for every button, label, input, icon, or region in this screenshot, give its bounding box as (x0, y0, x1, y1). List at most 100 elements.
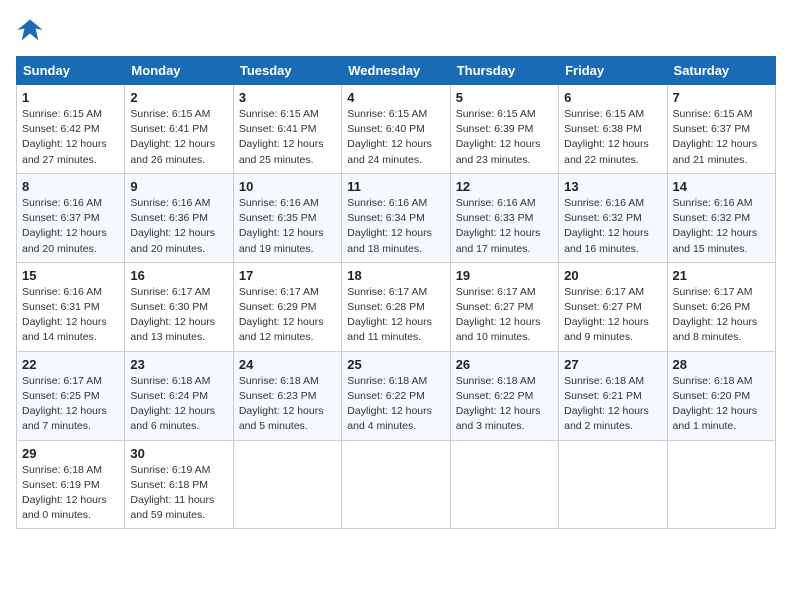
day-number: 18 (347, 268, 444, 283)
day-number: 11 (347, 179, 444, 194)
calendar-cell (342, 440, 450, 529)
calendar-header-saturday: Saturday (667, 57, 775, 85)
calendar-cell: 8 Sunrise: 6:16 AM Sunset: 6:37 PM Daylig… (17, 173, 125, 262)
day-number: 28 (673, 357, 770, 372)
calendar-cell: 28 Sunrise: 6:18 AM Sunset: 6:20 PM Dayli… (667, 351, 775, 440)
logo (16, 16, 48, 44)
calendar-cell: 19Sunrise: 6:17 AM Sunset: 6:27 PM Dayli… (450, 262, 558, 351)
calendar-cell: 26 Sunrise: 6:18 AM Sunset: 6:22 PM Dayli… (450, 351, 558, 440)
day-number: 4 (347, 90, 444, 105)
calendar-body: 1 Sunrise: 6:15 AM Sunset: 6:42 PM Daylig… (17, 85, 776, 529)
logo-icon (16, 16, 44, 44)
calendar-header-thursday: Thursday (450, 57, 558, 85)
day-info: Sunrise: 6:15 AM Sunset: 6:38 PM Dayligh… (564, 107, 661, 168)
calendar-cell: 4 Sunrise: 6:15 AM Sunset: 6:40 PM Daylig… (342, 85, 450, 174)
day-number: 16 (130, 268, 227, 283)
day-number: 14 (673, 179, 770, 194)
calendar-cell: 7 Sunrise: 6:15 AM Sunset: 6:37 PM Daylig… (667, 85, 775, 174)
day-number: 10 (239, 179, 336, 194)
day-number: 30 (130, 446, 227, 461)
calendar-week-4: 22 Sunrise: 6:17 AM Sunset: 6:25 PM Dayli… (17, 351, 776, 440)
day-info: Sunrise: 6:16 AM Sunset: 6:34 PM Dayligh… (347, 196, 444, 257)
day-number: 26 (456, 357, 553, 372)
calendar-cell: 23 Sunrise: 6:18 AM Sunset: 6:24 PM Dayli… (125, 351, 233, 440)
calendar-cell: 14 Sunrise: 6:16 AM Sunset: 6:32 PM Dayli… (667, 173, 775, 262)
day-number: 9 (130, 179, 227, 194)
day-number: 22 (22, 357, 119, 372)
calendar-week-3: 15Sunrise: 6:16 AM Sunset: 6:31 PM Dayli… (17, 262, 776, 351)
calendar-cell: 15Sunrise: 6:16 AM Sunset: 6:31 PM Dayli… (17, 262, 125, 351)
calendar-cell: 21 Sunrise: 6:17 AM Sunset: 6:26 PM Dayli… (667, 262, 775, 351)
day-info: Sunrise: 6:17 AM Sunset: 6:29 PM Dayligh… (239, 285, 336, 346)
day-info: Sunrise: 6:15 AM Sunset: 6:41 PM Dayligh… (130, 107, 227, 168)
calendar-cell: 11 Sunrise: 6:16 AM Sunset: 6:34 PM Dayli… (342, 173, 450, 262)
day-info: Sunrise: 6:18 AM Sunset: 6:22 PM Dayligh… (347, 374, 444, 435)
calendar-cell: 1 Sunrise: 6:15 AM Sunset: 6:42 PM Daylig… (17, 85, 125, 174)
calendar-header-tuesday: Tuesday (233, 57, 341, 85)
day-info: Sunrise: 6:17 AM Sunset: 6:25 PM Dayligh… (22, 374, 119, 435)
calendar-cell: 24 Sunrise: 6:18 AM Sunset: 6:23 PM Dayli… (233, 351, 341, 440)
calendar-cell (233, 440, 341, 529)
day-number: 21 (673, 268, 770, 283)
calendar-cell: 12Sunrise: 6:16 AM Sunset: 6:33 PM Dayli… (450, 173, 558, 262)
day-number: 23 (130, 357, 227, 372)
calendar-cell (559, 440, 667, 529)
day-info: Sunrise: 6:16 AM Sunset: 6:32 PM Dayligh… (564, 196, 661, 257)
day-info: Sunrise: 6:16 AM Sunset: 6:35 PM Dayligh… (239, 196, 336, 257)
page-header (16, 16, 776, 44)
day-info: Sunrise: 6:18 AM Sunset: 6:24 PM Dayligh… (130, 374, 227, 435)
day-number: 6 (564, 90, 661, 105)
calendar-cell: 10 Sunrise: 6:16 AM Sunset: 6:35 PM Dayli… (233, 173, 341, 262)
calendar-cell: 3Sunrise: 6:15 AM Sunset: 6:41 PM Daylig… (233, 85, 341, 174)
calendar-week-1: 1 Sunrise: 6:15 AM Sunset: 6:42 PM Daylig… (17, 85, 776, 174)
day-info: Sunrise: 6:15 AM Sunset: 6:42 PM Dayligh… (22, 107, 119, 168)
day-info: Sunrise: 6:18 AM Sunset: 6:19 PM Dayligh… (22, 463, 119, 524)
day-number: 27 (564, 357, 661, 372)
day-number: 17 (239, 268, 336, 283)
day-number: 20 (564, 268, 661, 283)
calendar-header-friday: Friday (559, 57, 667, 85)
calendar-cell (667, 440, 775, 529)
day-info: Sunrise: 6:15 AM Sunset: 6:40 PM Dayligh… (347, 107, 444, 168)
calendar-cell: 25 Sunrise: 6:18 AM Sunset: 6:22 PM Dayli… (342, 351, 450, 440)
calendar-cell (450, 440, 558, 529)
calendar-cell: 20 Sunrise: 6:17 AM Sunset: 6:27 PM Dayli… (559, 262, 667, 351)
day-number: 25 (347, 357, 444, 372)
calendar-cell: 29Sunrise: 6:18 AM Sunset: 6:19 PM Dayli… (17, 440, 125, 529)
calendar-cell: 16 Sunrise: 6:17 AM Sunset: 6:30 PM Dayli… (125, 262, 233, 351)
calendar-cell: 2 Sunrise: 6:15 AM Sunset: 6:41 PM Daylig… (125, 85, 233, 174)
day-info: Sunrise: 6:18 AM Sunset: 6:20 PM Dayligh… (673, 374, 770, 435)
day-number: 3 (239, 90, 336, 105)
day-info: Sunrise: 6:17 AM Sunset: 6:26 PM Dayligh… (673, 285, 770, 346)
day-number: 8 (22, 179, 119, 194)
calendar-cell: 9 Sunrise: 6:16 AM Sunset: 6:36 PM Daylig… (125, 173, 233, 262)
calendar-table: SundayMondayTuesdayWednesdayThursdayFrid… (16, 56, 776, 529)
calendar-cell: 13 Sunrise: 6:16 AM Sunset: 6:32 PM Dayli… (559, 173, 667, 262)
day-number: 13 (564, 179, 661, 194)
day-info: Sunrise: 6:18 AM Sunset: 6:22 PM Dayligh… (456, 374, 553, 435)
calendar-cell: 6 Sunrise: 6:15 AM Sunset: 6:38 PM Daylig… (559, 85, 667, 174)
day-info: Sunrise: 6:15 AM Sunset: 6:39 PM Dayligh… (456, 107, 553, 168)
day-info: Sunrise: 6:16 AM Sunset: 6:36 PM Dayligh… (130, 196, 227, 257)
day-info: Sunrise: 6:16 AM Sunset: 6:32 PM Dayligh… (673, 196, 770, 257)
calendar-header-wednesday: Wednesday (342, 57, 450, 85)
day-number: 12 (456, 179, 553, 194)
day-info: Sunrise: 6:18 AM Sunset: 6:23 PM Dayligh… (239, 374, 336, 435)
day-number: 19 (456, 268, 553, 283)
calendar-header-row: SundayMondayTuesdayWednesdayThursdayFrid… (17, 57, 776, 85)
calendar-cell: 22 Sunrise: 6:17 AM Sunset: 6:25 PM Dayli… (17, 351, 125, 440)
calendar-cell: 17 Sunrise: 6:17 AM Sunset: 6:29 PM Dayli… (233, 262, 341, 351)
day-info: Sunrise: 6:17 AM Sunset: 6:30 PM Dayligh… (130, 285, 227, 346)
calendar-cell: 30Sunrise: 6:19 AM Sunset: 6:18 PM Dayli… (125, 440, 233, 529)
day-number: 2 (130, 90, 227, 105)
calendar-week-5: 29Sunrise: 6:18 AM Sunset: 6:19 PM Dayli… (17, 440, 776, 529)
day-info: Sunrise: 6:17 AM Sunset: 6:27 PM Dayligh… (564, 285, 661, 346)
day-number: 24 (239, 357, 336, 372)
day-info: Sunrise: 6:16 AM Sunset: 6:37 PM Dayligh… (22, 196, 119, 257)
day-number: 1 (22, 90, 119, 105)
day-info: Sunrise: 6:15 AM Sunset: 6:37 PM Dayligh… (673, 107, 770, 168)
calendar-cell: 27Sunrise: 6:18 AM Sunset: 6:21 PM Dayli… (559, 351, 667, 440)
day-number: 15 (22, 268, 119, 283)
calendar-header-sunday: Sunday (17, 57, 125, 85)
day-number: 7 (673, 90, 770, 105)
